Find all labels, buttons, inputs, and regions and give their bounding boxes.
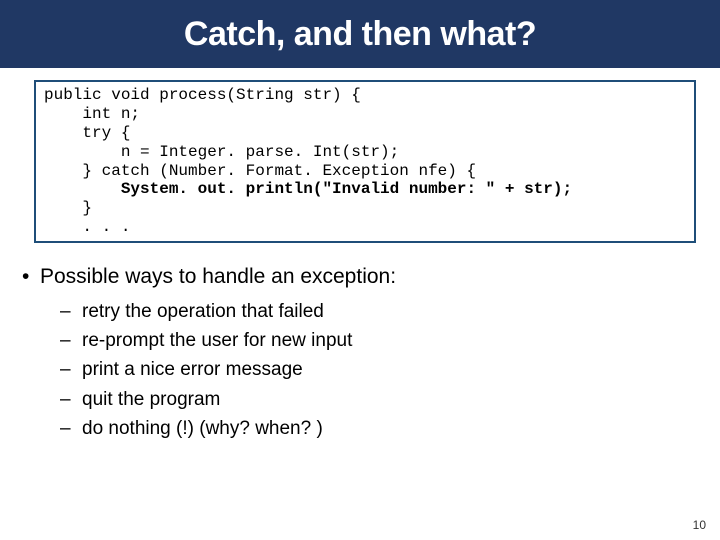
code-line-1: public void process(String str) {: [44, 86, 361, 104]
dash-icon: –: [60, 297, 82, 326]
sub-item: – retry the operation that failed: [60, 297, 696, 326]
slide: Catch, and then what? public void proces…: [0, 0, 720, 540]
code-line-5: } catch (Number. Format. Exception nfe) …: [44, 162, 476, 180]
bullet-text: Possible ways to handle an exception:: [40, 261, 396, 293]
bullet-icon: •: [22, 261, 40, 293]
code-line-3: try {: [44, 124, 130, 142]
code-line-6-bold: System. out. println("Invalid number: " …: [121, 180, 572, 198]
code-line-8: . . .: [44, 218, 130, 236]
dash-icon: –: [60, 414, 82, 443]
code-line-4: n = Integer. parse. Int(str);: [44, 143, 399, 161]
sub-item: – print a nice error message: [60, 355, 696, 384]
dash-icon: –: [60, 385, 82, 414]
dash-icon: –: [60, 326, 82, 355]
sub-item: – quit the program: [60, 385, 696, 414]
sub-list: – retry the operation that failed – re-p…: [60, 297, 696, 444]
bullet-item: • Possible ways to handle an exception:: [22, 261, 696, 293]
sub-text: print a nice error message: [82, 355, 303, 384]
sub-item: – do nothing (!) (why? when? ): [60, 414, 696, 443]
page-number: 10: [693, 518, 706, 532]
sub-text: retry the operation that failed: [82, 297, 324, 326]
body-content: • Possible ways to handle an exception: …: [22, 261, 696, 444]
sub-item: – re-prompt the user for new input: [60, 326, 696, 355]
code-line-2: int n;: [44, 105, 140, 123]
sub-text: do nothing (!) (why? when? ): [82, 414, 323, 443]
slide-title: Catch, and then what?: [184, 15, 536, 54]
sub-text: re-prompt the user for new input: [82, 326, 352, 355]
title-bar: Catch, and then what?: [0, 0, 720, 68]
code-block: public void process(String str) { int n;…: [34, 80, 696, 243]
code-line-6-indent: [44, 180, 121, 198]
code-line-7: }: [44, 199, 92, 217]
dash-icon: –: [60, 355, 82, 384]
sub-text: quit the program: [82, 385, 220, 414]
